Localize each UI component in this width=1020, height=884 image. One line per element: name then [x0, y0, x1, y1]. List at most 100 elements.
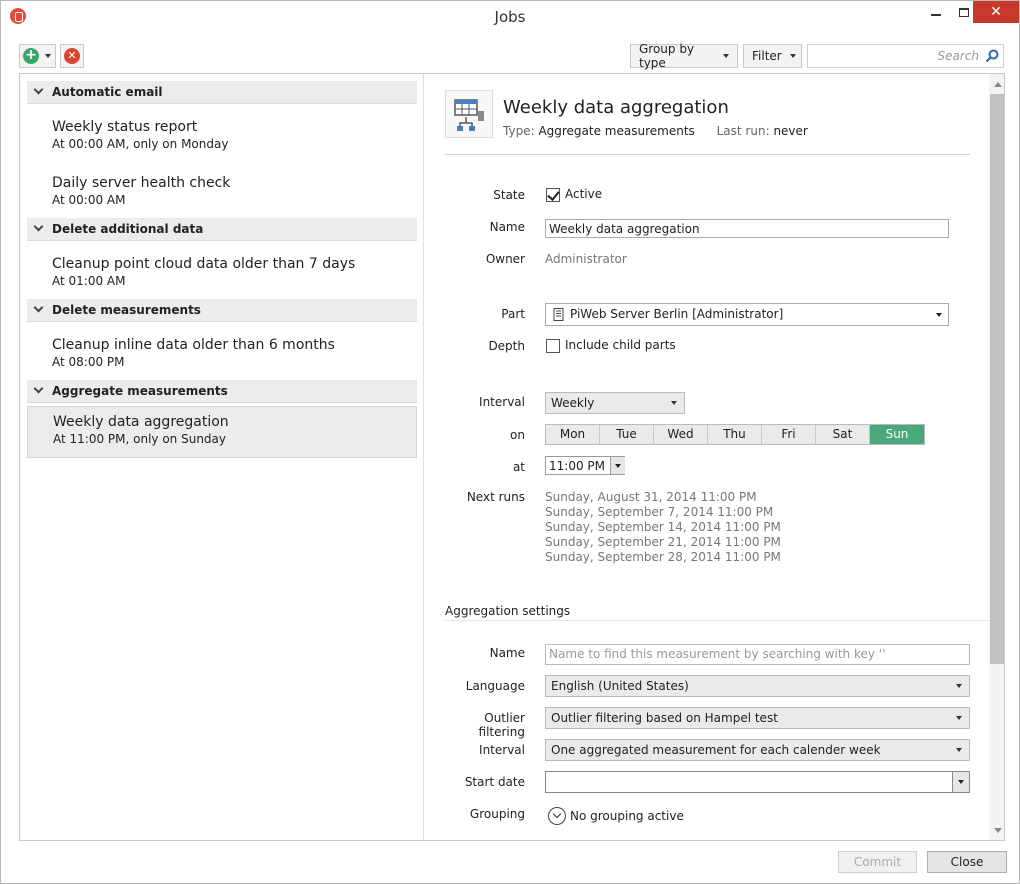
job-name: Weekly data aggregation — [53, 414, 229, 430]
scroll-up-icon[interactable] — [994, 82, 1002, 87]
list-item[interactable]: Daily server health check At 00:00 AM — [27, 168, 417, 220]
job-schedule: At 00:00 AM, only on Monday — [52, 137, 229, 151]
day-toggle-mon[interactable]: Mon — [546, 425, 600, 444]
type-value: Aggregate measurements — [538, 124, 695, 138]
day-toggle-tue[interactable]: Tue — [600, 425, 654, 444]
next-run-item: Sunday, September 14, 2014 11:00 PM — [545, 520, 781, 534]
agg-name-field[interactable]: Name to find this measurement by searchi… — [545, 644, 970, 665]
start-date-label: Start date — [464, 775, 525, 789]
date-dropdown-button[interactable] — [952, 772, 969, 792]
job-meta: Type: Aggregate measurements Last run: n… — [503, 124, 808, 138]
depth-label: Depth — [488, 339, 525, 353]
jobs-window: Jobs ✕ + ✕ Group by type Filter Search A… — [0, 0, 1020, 884]
scrollbar-thumb[interactable] — [990, 94, 1004, 664]
next-run-item: Sunday, September 21, 2014 11:00 PM — [545, 535, 781, 549]
interval-label: Interval — [479, 395, 525, 409]
chevron-down-icon — [33, 221, 44, 232]
job-name: Weekly status report — [52, 119, 198, 135]
list-item[interactable]: Weekly status report At 00:00 AM, only o… — [27, 112, 417, 164]
time-value: 11:00 PM — [549, 459, 605, 473]
active-label: Active — [565, 187, 603, 201]
agg-interval-value: One aggregated measurement for each cale… — [551, 743, 881, 757]
group-label: Delete measurements — [52, 303, 201, 317]
list-item-selected[interactable]: Weekly data aggregation At 11:00 PM, onl… — [27, 406, 417, 458]
scroll-down-icon[interactable] — [994, 828, 1002, 833]
interval-select[interactable]: Weekly — [545, 392, 685, 414]
group-by-type-button[interactable]: Group by type — [630, 42, 738, 70]
server-icon — [553, 308, 564, 321]
outlier-label: Outlier filtering — [478, 711, 525, 739]
divider — [445, 620, 989, 621]
day-toggle-sat[interactable]: Sat — [816, 425, 870, 444]
job-name: Daily server health check — [52, 175, 231, 191]
close-icon: ✕ — [990, 4, 1002, 20]
job-name: Cleanup inline data older than 6 months — [52, 337, 335, 353]
search-input[interactable]: Search — [807, 44, 1004, 68]
owner-label: Owner — [485, 252, 525, 266]
name-label: Name — [489, 220, 525, 234]
owner-value: Administrator — [545, 252, 627, 266]
toolbar: + ✕ Group by type Filter Search — [1, 41, 1019, 71]
agg-interval-label: Interval — [479, 743, 525, 757]
chevron-down-icon — [33, 383, 44, 394]
next-run-item: Sunday, September 7, 2014 11:00 PM — [545, 505, 774, 519]
language-label: Language — [465, 679, 525, 693]
time-dropdown-button[interactable] — [610, 457, 625, 474]
window-title: Jobs — [494, 8, 526, 26]
delete-job-button[interactable]: ✕ — [60, 44, 84, 68]
list-item[interactable]: Cleanup point cloud data older than 7 da… — [27, 249, 417, 301]
job-detail-panel: Weekly data aggregation Type: Aggregate … — [425, 74, 1004, 840]
agg-interval-select[interactable]: One aggregated measurement for each cale… — [545, 739, 970, 761]
job-schedule: At 00:00 AM — [52, 193, 126, 207]
group-header-delete-additional-data[interactable]: Delete additional data — [27, 218, 417, 241]
at-label: at — [512, 460, 525, 474]
day-toggle-fri[interactable]: Fri — [762, 425, 816, 444]
chevron-down-icon — [956, 748, 962, 752]
group-header-delete-measurements[interactable]: Delete measurements — [27, 299, 417, 322]
commit-button[interactable]: Commit — [838, 851, 917, 873]
type-label: Type: — [503, 124, 535, 138]
minimize-icon — [931, 14, 941, 16]
table-icon — [454, 99, 484, 131]
delete-icon: ✕ — [64, 48, 80, 64]
chevron-down-icon — [958, 780, 964, 784]
close-button[interactable]: Close — [927, 851, 1007, 873]
list-item[interactable]: Cleanup inline data older than 6 months … — [27, 330, 417, 382]
grouping-label: Grouping — [469, 807, 525, 821]
chevron-down-icon — [671, 401, 677, 405]
plus-icon: + — [23, 48, 39, 64]
add-job-button[interactable]: + — [19, 44, 56, 68]
language-select[interactable]: English (United States) — [545, 675, 970, 697]
outlier-select[interactable]: Outlier filtering based on Hampel test — [545, 707, 970, 729]
name-field[interactable]: Weekly data aggregation — [545, 219, 949, 238]
search-icon[interactable] — [985, 49, 999, 63]
part-select[interactable]: PiWeb Server Berlin [Administrator] — [545, 303, 949, 326]
next-run-item: Sunday, September 28, 2014 11:00 PM — [545, 550, 781, 564]
group-header-aggregate-measurements[interactable]: Aggregate measurements — [27, 380, 417, 403]
last-run-value: never — [773, 124, 808, 138]
start-date-picker[interactable] — [545, 771, 970, 793]
chevron-down-icon — [956, 684, 962, 688]
job-schedule: At 01:00 AM — [52, 274, 126, 288]
job-name: Cleanup point cloud data older than 7 da… — [52, 256, 356, 272]
include-child-parts-checkbox[interactable] — [546, 339, 560, 353]
day-toggle-sun[interactable]: Sun — [870, 425, 924, 444]
job-list[interactable]: Automatic email Weekly status report At … — [20, 74, 424, 840]
group-label: Automatic email — [52, 85, 163, 99]
title-bar: Jobs ✕ — [1, 1, 1019, 31]
time-picker[interactable]: 11:00 PM — [545, 456, 625, 475]
day-toggle-wed[interactable]: Wed — [654, 425, 708, 444]
group-by-label: Group by type — [639, 42, 695, 70]
active-checkbox[interactable] — [546, 188, 560, 202]
next-runs-label: Next runs — [466, 490, 525, 504]
chevron-down-icon — [33, 84, 44, 95]
divider — [445, 154, 970, 155]
aggregate-job-icon — [445, 90, 493, 138]
group-header-automatic-email[interactable]: Automatic email — [27, 81, 417, 104]
expand-grouping-icon[interactable] — [548, 807, 566, 825]
close-window-button[interactable]: ✕ — [973, 1, 1019, 23]
filter-button[interactable]: Filter — [743, 44, 802, 68]
chevron-down-icon — [45, 54, 51, 58]
day-toggle-thu[interactable]: Thu — [708, 425, 762, 444]
chevron-down-icon — [956, 716, 962, 720]
